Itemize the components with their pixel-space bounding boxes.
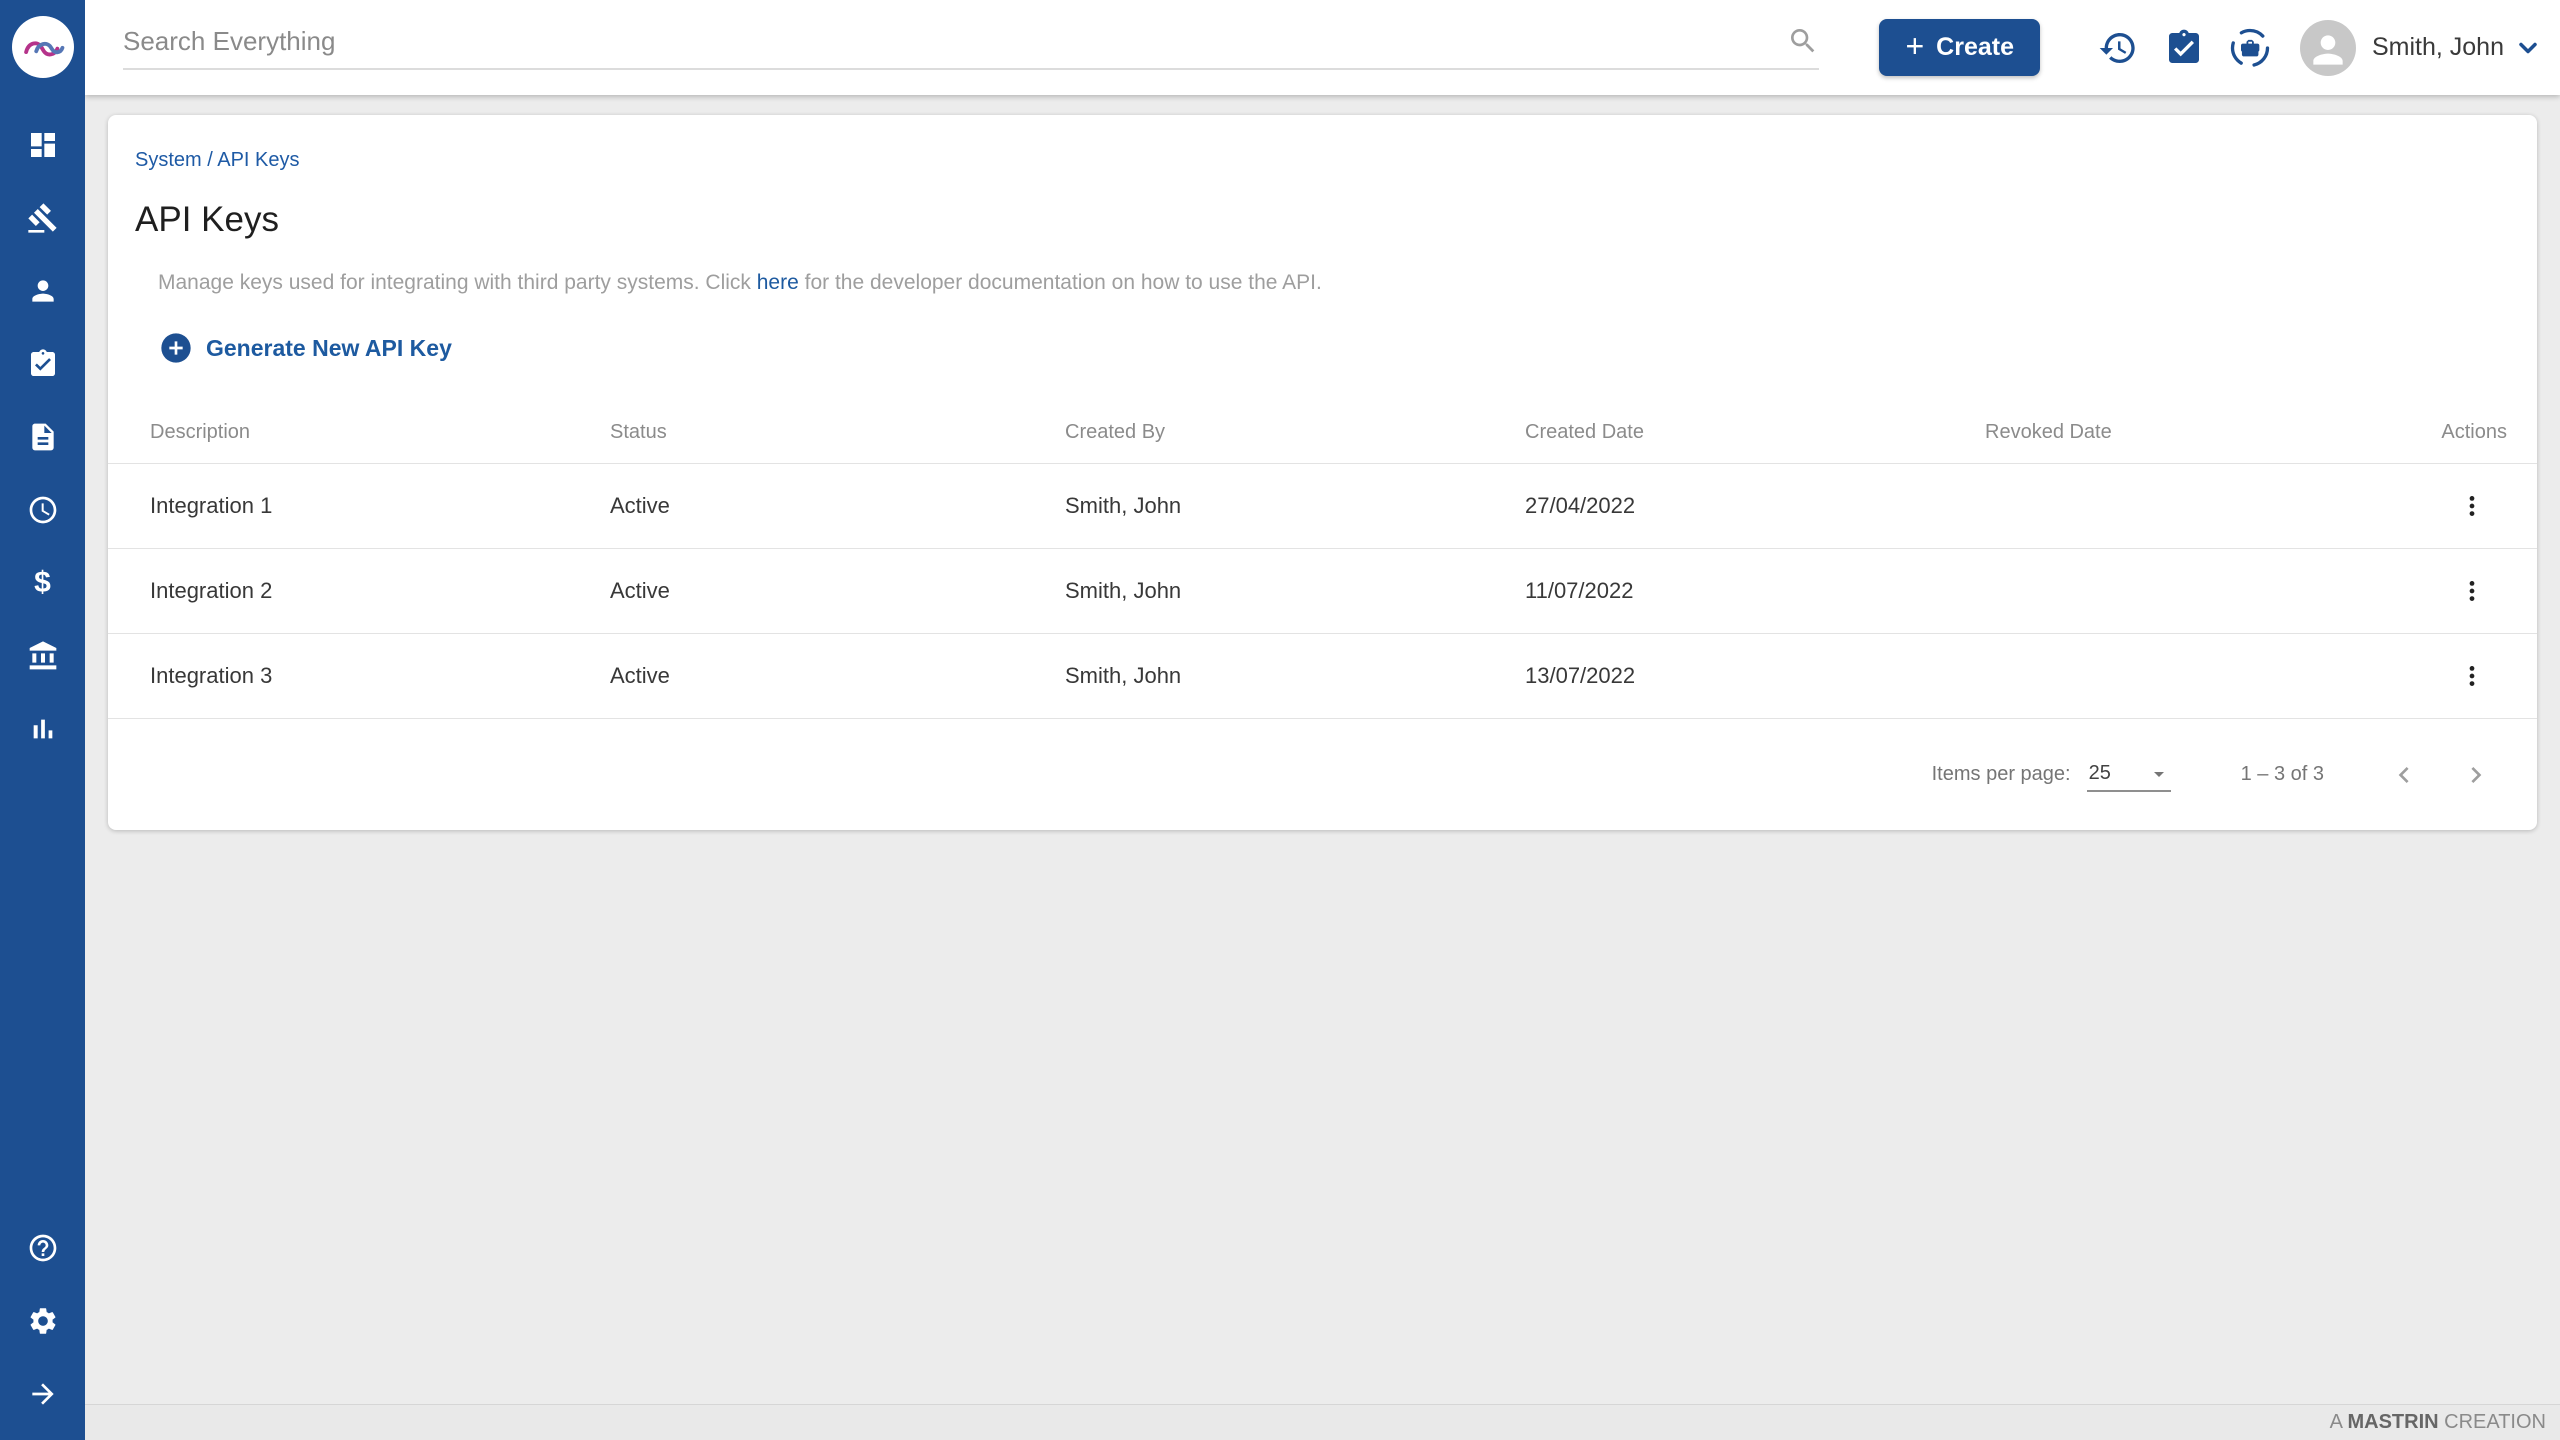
search-field[interactable] [123, 14, 1820, 70]
search-input[interactable] [123, 25, 1788, 57]
cell-description: Integration 1 [108, 463, 568, 549]
topbar-icons [2098, 28, 2270, 68]
column-header-actions: Actions [2403, 403, 2537, 464]
cell-created-date: 11/07/2022 [1483, 548, 1943, 634]
footer-brand: MASTRIN [2347, 1411, 2439, 1433]
footer: A MASTRIN CREATION [85, 1404, 2560, 1440]
cell-status: Active [568, 633, 1023, 719]
arrow-right-icon[interactable] [27, 1378, 59, 1410]
sidebar-nav: $ [27, 129, 59, 745]
next-page-button[interactable] [2460, 759, 2492, 791]
table-row: Integration 1 Active Smith, John 27/04/2… [108, 463, 2537, 549]
column-header-created-by: Created By [1023, 403, 1483, 464]
table-row: Integration 2 Active Smith, John 11/07/2… [108, 548, 2537, 634]
dashboard-icon[interactable] [27, 129, 59, 161]
bank-icon[interactable] [27, 640, 59, 672]
sync-briefcase-icon[interactable] [2230, 28, 2270, 68]
plus-circle-icon [161, 333, 191, 363]
cell-created-by: Smith, John [1023, 548, 1483, 634]
footer-credit: A MASTRIN CREATION [2329, 1411, 2546, 1433]
card-head: System / API Keys API Keys Manage keys u… [108, 115, 2537, 364]
avatar[interactable] [2299, 19, 2356, 76]
search-icon[interactable] [1787, 25, 1819, 57]
column-header-status: Status [568, 403, 1023, 464]
cell-status: Active [568, 463, 1023, 549]
person-icon[interactable] [27, 275, 59, 307]
cell-created-date: 13/07/2022 [1483, 633, 1943, 719]
cell-created-by: Smith, John [1023, 633, 1483, 719]
create-button[interactable]: + Create [1879, 19, 2040, 76]
cell-created-date: 27/04/2022 [1483, 463, 1943, 549]
column-header-created-date: Created Date [1483, 403, 1943, 464]
row-actions-menu-icon[interactable] [2459, 578, 2485, 604]
page-range-label: 1 – 3 of 3 [2240, 763, 2324, 785]
api-keys-table: Description Status Created By Created Da… [108, 403, 2537, 719]
column-header-revoked-date: Revoked Date [1943, 403, 2403, 464]
row-actions-menu-icon[interactable] [2459, 663, 2485, 689]
cell-description: Integration 2 [108, 548, 568, 634]
page-title: API Keys [135, 200, 279, 239]
history-icon[interactable] [2098, 28, 2138, 68]
sidebar-bottom [27, 1232, 59, 1410]
gavel-icon[interactable] [27, 202, 59, 234]
cell-created-by: Smith, John [1023, 463, 1483, 549]
table-row: Integration 3 Active Smith, John 13/07/2… [108, 633, 2537, 719]
sidebar: $ [0, 0, 85, 1440]
user-menu[interactable]: Smith, John [2372, 33, 2504, 62]
previous-page-button[interactable] [2388, 759, 2420, 791]
app-logo[interactable] [11, 16, 74, 78]
clock-icon[interactable] [27, 494, 59, 526]
topbar: + Create Smith, John [85, 0, 2560, 95]
column-header-description: Description [108, 403, 568, 464]
clipboard-check-icon[interactable] [27, 348, 59, 380]
cell-revoked-date [1943, 633, 2403, 719]
api-keys-card: System / API Keys API Keys Manage keys u… [108, 115, 2537, 830]
cell-revoked-date [1943, 463, 2403, 549]
page-description: Manage keys used for integrating with th… [158, 270, 2495, 296]
main-content: System / API Keys API Keys Manage keys u… [85, 95, 2560, 1440]
plus-icon: + [1905, 28, 1925, 64]
brand-ribbon-icon [23, 41, 64, 57]
dollar-icon[interactable]: $ [27, 567, 59, 599]
bar-chart-icon[interactable] [27, 713, 59, 745]
dropdown-caret-icon [2147, 762, 2171, 786]
items-per-page-select[interactable]: 25 [2086, 758, 2171, 792]
create-button-label: Create [1936, 33, 2014, 61]
tasks-clipboard-icon[interactable] [2164, 28, 2204, 68]
paginator: Items per page: 25 1 – 3 of 3 [108, 719, 2537, 831]
breadcrumb[interactable]: System / API Keys [135, 148, 2495, 172]
here-link[interactable]: here [757, 271, 799, 294]
items-per-page-label: Items per page: [1931, 763, 2071, 785]
settings-icon[interactable] [27, 1305, 59, 1337]
chevron-down-icon[interactable] [2514, 34, 2542, 62]
cell-description: Integration 3 [108, 633, 568, 719]
row-actions-menu-icon[interactable] [2459, 493, 2485, 519]
cell-status: Active [568, 548, 1023, 634]
description-text: for the developer documentation on how t… [798, 271, 1322, 294]
document-icon[interactable] [27, 421, 59, 453]
cell-revoked-date [1943, 548, 2403, 634]
help-icon[interactable] [27, 1232, 59, 1264]
items-per-page-value: 25 [2088, 762, 2111, 784]
description-text: Manage keys used for integrating with th… [158, 271, 757, 294]
generate-api-key-label: Generate New API Key [206, 334, 452, 361]
generate-api-key-button[interactable]: Generate New API Key [160, 332, 452, 364]
table-header-row: Description Status Created By Created Da… [108, 403, 2537, 464]
